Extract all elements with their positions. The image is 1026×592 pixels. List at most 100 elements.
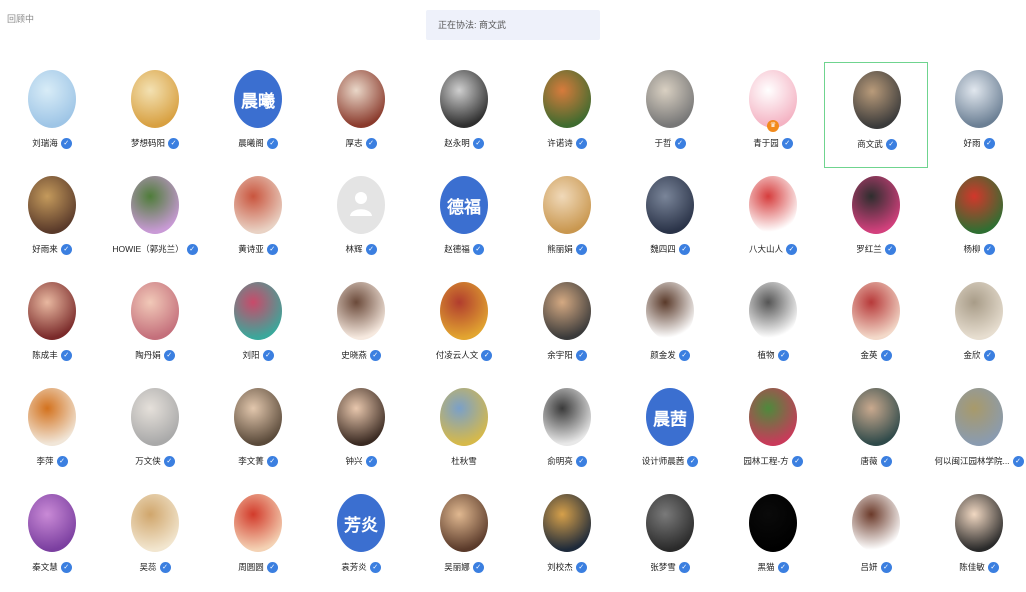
- participant-name: 俞明亮: [547, 456, 573, 466]
- participant-name: 林辉: [345, 244, 363, 254]
- participant-tile[interactable]: 万文侠 ✓: [103, 380, 207, 486]
- avatar: [543, 70, 591, 128]
- participant-tile[interactable]: 黄诗亚 ✓: [206, 168, 310, 274]
- participant-tile[interactable]: 厚志 ✓: [309, 62, 413, 168]
- participant-tile[interactable]: 吴丽娜 ✓: [412, 486, 516, 592]
- verified-icon: ✓: [472, 561, 484, 573]
- participant-name: 杜秋雪: [451, 456, 477, 466]
- participant-tile[interactable]: 好雨来 ✓: [0, 168, 104, 274]
- participant-name-row: 青于园 ✓: [721, 136, 825, 150]
- avatar: 德福: [440, 176, 488, 234]
- participant-name-row: 黄诗亚 ✓: [206, 242, 310, 256]
- participant-tile[interactable]: 余宇阳 ✓: [515, 274, 619, 380]
- participant-name: 金英: [860, 350, 878, 360]
- participant-tile[interactable]: 史晓燕 ✓: [309, 274, 413, 380]
- participant-name: 黄诗亚: [238, 244, 264, 254]
- participant-tile[interactable]: 好雨 ✓: [927, 62, 1026, 168]
- participant-tile[interactable]: 陶丹娟 ✓: [103, 274, 207, 380]
- participant-tile[interactable]: 黑猫 ✓: [721, 486, 825, 592]
- participant-tile[interactable]: 金欣 ✓: [927, 274, 1026, 380]
- participant-tile[interactable]: HOWIE（郭兆兰） ✓: [103, 168, 207, 274]
- participant-tile[interactable]: 何以闽江园林学院... ✓: [927, 380, 1026, 486]
- avatar: [131, 388, 179, 446]
- participant-name: 罗红兰: [856, 244, 882, 254]
- participant-name: 赵永明: [444, 138, 470, 148]
- participant-tile[interactable]: 秦文慧 ✓: [0, 486, 104, 592]
- verified-icon: ✓: [983, 243, 995, 255]
- avatar: [852, 494, 900, 552]
- participant-tile[interactable]: 八大山人 ✓: [721, 168, 825, 274]
- participant-tile[interactable]: 梦想码阳 ✓: [103, 62, 207, 168]
- verified-icon: ✓: [885, 138, 897, 150]
- participant-tile[interactable]: 园林工程-方 ✓: [721, 380, 825, 486]
- participant-tile[interactable]: 唐薇 ✓: [824, 380, 928, 486]
- participant-tile[interactable]: 金英 ✓: [824, 274, 928, 380]
- verified-icon: ✓: [987, 561, 999, 573]
- participant-name-row: 周圆圆 ✓: [206, 560, 310, 574]
- participant-name-row: 商文武 ✓: [825, 137, 929, 151]
- crown-icon: ♛: [767, 120, 779, 132]
- participant-name: 许诺诗: [547, 138, 573, 148]
- avatar: [543, 176, 591, 234]
- participant-tile[interactable]: 熊丽娟 ✓: [515, 168, 619, 274]
- participant-row: 李萍 ✓ 万文侠 ✓ 李文菁 ✓ 钟兴 ✓ 杜秋雪 俞明亮 ✓ 晨茜 设计师晨茜 ✓ 园林工程-方 ✓ 唐薇 ✓ 何…: [0, 380, 1026, 486]
- avatar-text: 德福: [447, 197, 481, 218]
- participant-name-row: 张梦雪 ✓: [618, 560, 722, 574]
- participant-name: 梦想码阳: [130, 138, 165, 148]
- participant-tile[interactable]: 林辉 ✓: [309, 168, 413, 274]
- verified-icon: ✓: [777, 561, 789, 573]
- participant-name-row: 陈成丰 ✓: [0, 348, 104, 362]
- participant-tile[interactable]: 刘阳 ✓: [206, 274, 310, 380]
- participant-tile[interactable]: 张梦雪 ✓: [618, 486, 722, 592]
- participant-tile[interactable]: 周圆圆 ✓: [206, 486, 310, 592]
- participant-name-row: 于哲 ✓: [618, 136, 722, 150]
- participant-tile[interactable]: 陈成丰 ✓: [0, 274, 104, 380]
- participant-tile[interactable]: 商文武 ✓: [824, 62, 928, 168]
- participant-tile[interactable]: 刘校杰 ✓: [515, 486, 619, 592]
- participant-tile[interactable]: 俞明亮 ✓: [515, 380, 619, 486]
- participant-name-row: 李文菁 ✓: [206, 454, 310, 468]
- participant-tile[interactable]: 晨茜 设计师晨茜 ✓: [618, 380, 722, 486]
- participant-tile[interactable]: 颜金发 ✓: [618, 274, 722, 380]
- participant-name-row: 钟兴 ✓: [309, 454, 413, 468]
- participant-tile[interactable]: 杨柳 ✓: [927, 168, 1026, 274]
- participant-name: 于哲: [654, 138, 672, 148]
- participant-tile[interactable]: 吕妍 ✓: [824, 486, 928, 592]
- participant-tile[interactable]: 植物 ✓: [721, 274, 825, 380]
- participant-name: 陈佳敏: [959, 562, 985, 572]
- participant-tile[interactable]: 陈佳敏 ✓: [927, 486, 1026, 592]
- participant-tile[interactable]: 李文菁 ✓: [206, 380, 310, 486]
- verified-icon: ✓: [481, 349, 493, 361]
- participant-name: 史晓燕: [341, 350, 367, 360]
- participant-tile[interactable]: 刘瑞海 ✓: [0, 62, 104, 168]
- verified-icon: ✓: [159, 561, 171, 573]
- participant-tile[interactable]: 晨曦 晨曦阁 ✓: [206, 62, 310, 168]
- participant-tile[interactable]: 赵永明 ✓: [412, 62, 516, 168]
- participant-name-row: 吴蕊 ✓: [103, 560, 207, 574]
- verified-icon: ✓: [983, 349, 995, 361]
- avatar: [440, 70, 488, 128]
- participant-name-row: 付凌云人文 ✓: [412, 348, 516, 362]
- participant-tile[interactable]: 吴蕊 ✓: [103, 486, 207, 592]
- participant-tile[interactable]: 德福 赵德福 ✓: [412, 168, 516, 274]
- participant-tile[interactable]: ♛ 青于园 ✓: [721, 62, 825, 168]
- verified-icon: ✓: [262, 349, 274, 361]
- participant-tile[interactable]: 许诺诗 ✓: [515, 62, 619, 168]
- participant-name-row: 万文侠 ✓: [103, 454, 207, 468]
- participant-name-row: 八大山人 ✓: [721, 242, 825, 256]
- participant-name-row: 袁芳炎 ✓: [309, 560, 413, 574]
- participant-tile[interactable]: 李萍 ✓: [0, 380, 104, 486]
- verified-icon: ✓: [781, 137, 793, 149]
- participant-tile[interactable]: 魏四四 ✓: [618, 168, 722, 274]
- participant-tile[interactable]: 钟兴 ✓: [309, 380, 413, 486]
- participant-name: 李文菁: [238, 456, 264, 466]
- participant-tile[interactable]: 罗红兰 ✓: [824, 168, 928, 274]
- participant-name: 金欣: [963, 350, 981, 360]
- participant-tile[interactable]: 杜秋雪: [412, 380, 516, 486]
- participant-tile[interactable]: 付凌云人文 ✓: [412, 274, 516, 380]
- participant-tile[interactable]: 芳炎 袁芳炎 ✓: [309, 486, 413, 592]
- participant-tile[interactable]: 于哲 ✓: [618, 62, 722, 168]
- verified-icon: ✓: [369, 349, 381, 361]
- avatar: [131, 176, 179, 234]
- avatar: [337, 388, 385, 446]
